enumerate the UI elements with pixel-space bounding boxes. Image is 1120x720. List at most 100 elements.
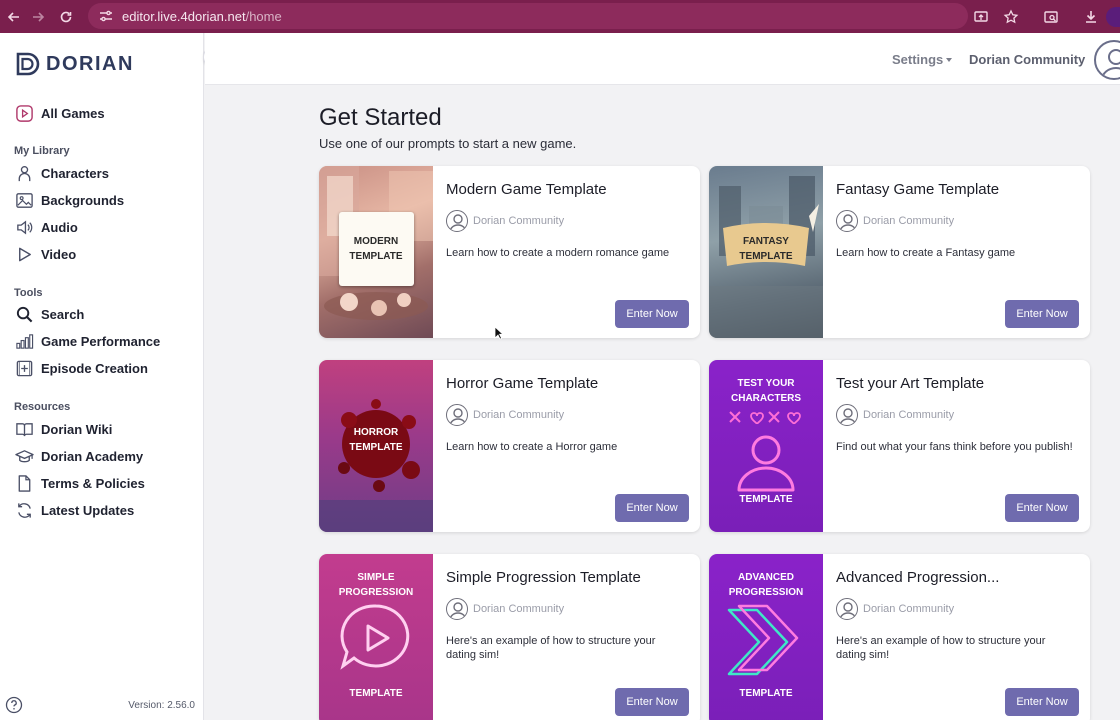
sidebar-item-dorian-academy[interactable]: Dorian Academy xyxy=(14,445,143,467)
sidebar-item-label: Backgrounds xyxy=(41,192,125,208)
thumb-text: TEMPLATE xyxy=(739,251,793,262)
template-card-modern[interactable]: MODERN TEMPLATE Modern Game Template Dor… xyxy=(319,166,700,338)
sidebar-item-all-games[interactable]: All Games xyxy=(14,102,105,124)
dorian-logo-icon xyxy=(16,52,40,76)
bar-chart-icon xyxy=(14,331,34,351)
card-author: Dorian Community xyxy=(836,598,954,620)
url-text: editor.live.4dorian.net/home xyxy=(122,9,282,24)
template-card-horror[interactable]: HORROR TEMPLATE Horror Game Template Dor… xyxy=(319,360,700,532)
sidebar-item-search[interactable]: Search xyxy=(14,303,84,325)
enter-now-button[interactable]: Enter Now xyxy=(615,300,689,328)
page-subtitle: Use one of our prompts to start a new ga… xyxy=(319,136,577,151)
card-description: Here's an example of how to structure yo… xyxy=(446,635,656,661)
user-silhouette-icon xyxy=(1101,49,1120,78)
book-icon xyxy=(14,419,34,439)
sidebar-item-label: Audio xyxy=(41,219,78,235)
author-avatar xyxy=(836,404,858,426)
document-icon xyxy=(14,473,34,493)
sidebar-item-backgrounds[interactable]: Backgrounds xyxy=(14,189,124,211)
bookmark-star-icon[interactable] xyxy=(996,0,1026,33)
author-name: Dorian Community xyxy=(473,215,565,227)
card-title: Fantasy Game Template xyxy=(836,181,1000,198)
sidebar: DORIAN All Games My Library Characters B… xyxy=(0,33,204,720)
add-episode-icon xyxy=(14,358,34,378)
sidebar-item-label: Dorian Academy xyxy=(41,448,144,464)
author-avatar xyxy=(446,598,468,620)
brand-logo[interactable]: DORIAN xyxy=(14,50,134,78)
sidebar-item-audio[interactable]: Audio xyxy=(14,216,78,238)
template-card-simple-progression[interactable]: SIMPLE PROGRESSION TEMPLATE Simple Progr… xyxy=(319,554,700,720)
section-heading-resources: Resources xyxy=(14,401,71,413)
sidebar-item-terms-policies[interactable]: Terms & Policies xyxy=(14,472,145,494)
author-avatar xyxy=(836,598,858,620)
author-name: Dorian Community xyxy=(473,603,565,615)
sidebar-item-episode-creation[interactable]: Episode Creation xyxy=(14,357,148,379)
thumb-text: FANTASY xyxy=(743,236,789,247)
profile-avatar[interactable] xyxy=(1106,6,1120,27)
template-card-advanced-progression[interactable]: ADVANCED PROGRESSION TEMPLATE Advanced P… xyxy=(709,554,1090,720)
card-title: Simple Progression Template xyxy=(446,569,641,586)
sidebar-item-label: Game Performance xyxy=(41,333,161,349)
play-icon xyxy=(14,244,34,264)
thumb-text: HORROR xyxy=(353,427,399,438)
person-icon xyxy=(14,163,34,183)
play-square-icon xyxy=(14,103,34,123)
card-author: Dorian Community xyxy=(446,210,564,232)
enter-now-button[interactable]: Enter Now xyxy=(1005,688,1079,716)
sidebar-item-label: Search xyxy=(41,306,85,322)
card-title: Advanced Progression... xyxy=(836,569,1000,586)
enter-now-button[interactable]: Enter Now xyxy=(1005,494,1079,522)
sidebar-item-game-performance[interactable]: Game Performance xyxy=(14,330,160,352)
thumb-text: TEMPLATE xyxy=(739,688,793,699)
enter-now-button[interactable]: Enter Now xyxy=(615,688,689,716)
cast-icon[interactable] xyxy=(966,0,996,33)
sidebar-item-label: Video xyxy=(41,246,77,262)
card-description: Here's an example of how to structure yo… xyxy=(836,635,1046,661)
url-host: editor.live.4dorian.net xyxy=(122,8,246,24)
template-thumbnail: TEST YOUR CHARACTERS TEMPLATE xyxy=(709,360,823,532)
template-thumbnail: FANTASY TEMPLATE xyxy=(709,166,823,338)
template-thumbnail: MODERN TEMPLATE xyxy=(319,166,433,338)
sidebar-item-label: Latest Updates xyxy=(41,502,135,518)
enter-now-button[interactable]: Enter Now xyxy=(1005,300,1079,328)
card-title: Horror Game Template xyxy=(446,375,599,392)
template-card-test-art[interactable]: TEST YOUR CHARACTERS TEMPLATE Test your … xyxy=(709,360,1090,532)
refresh-icon xyxy=(14,500,34,520)
forward-icon[interactable] xyxy=(28,7,48,27)
sidebar-item-latest-updates[interactable]: Latest Updates xyxy=(14,499,134,521)
sidebar-footer: Version: 2.56.0 xyxy=(0,691,204,719)
tab-search-icon[interactable] xyxy=(1036,0,1066,33)
back-icon[interactable] xyxy=(4,7,24,27)
top-bar: Settings Dorian Community xyxy=(205,33,1120,85)
community-link[interactable]: Dorian Community xyxy=(969,52,1085,67)
thumb-text: TEMPLATE xyxy=(349,688,403,699)
download-icon[interactable] xyxy=(1076,0,1106,33)
sidebar-item-label: Characters xyxy=(41,165,109,181)
author-avatar xyxy=(446,210,468,232)
main-content: Get Started Use one of our prompts to st… xyxy=(205,86,1120,720)
sidebar-item-dorian-wiki[interactable]: Dorian Wiki xyxy=(14,418,112,440)
site-settings-icon[interactable] xyxy=(98,8,114,24)
help-icon[interactable] xyxy=(5,696,23,714)
card-author: Dorian Community xyxy=(446,404,564,426)
sidebar-item-label: Terms & Policies xyxy=(41,475,145,491)
card-author: Dorian Community xyxy=(836,404,954,426)
sidebar-item-video[interactable]: Video xyxy=(14,243,76,265)
section-heading-library: My Library xyxy=(14,145,70,157)
settings-dropdown[interactable]: Settings xyxy=(892,52,953,67)
template-card-fantasy[interactable]: FANTASY TEMPLATE Fantasy Game Template D… xyxy=(709,166,1090,338)
speaker-icon xyxy=(14,217,34,237)
reload-icon[interactable] xyxy=(56,7,76,27)
card-description: Learn how to create a Fantasy game xyxy=(836,247,1016,259)
enter-now-button[interactable]: Enter Now xyxy=(615,494,689,522)
user-avatar[interactable] xyxy=(1094,40,1120,80)
address-bar[interactable]: editor.live.4dorian.net/home xyxy=(88,3,968,29)
card-description: Find out what your fans think before you… xyxy=(836,441,1073,453)
thumb-text: TEMPLATE xyxy=(349,442,403,453)
author-name: Dorian Community xyxy=(863,603,955,615)
template-thumbnail: SIMPLE PROGRESSION TEMPLATE xyxy=(319,554,433,720)
author-name: Dorian Community xyxy=(473,409,565,421)
search-icon xyxy=(14,304,34,324)
section-heading-tools: Tools xyxy=(14,287,43,299)
sidebar-item-characters[interactable]: Characters xyxy=(14,162,109,184)
